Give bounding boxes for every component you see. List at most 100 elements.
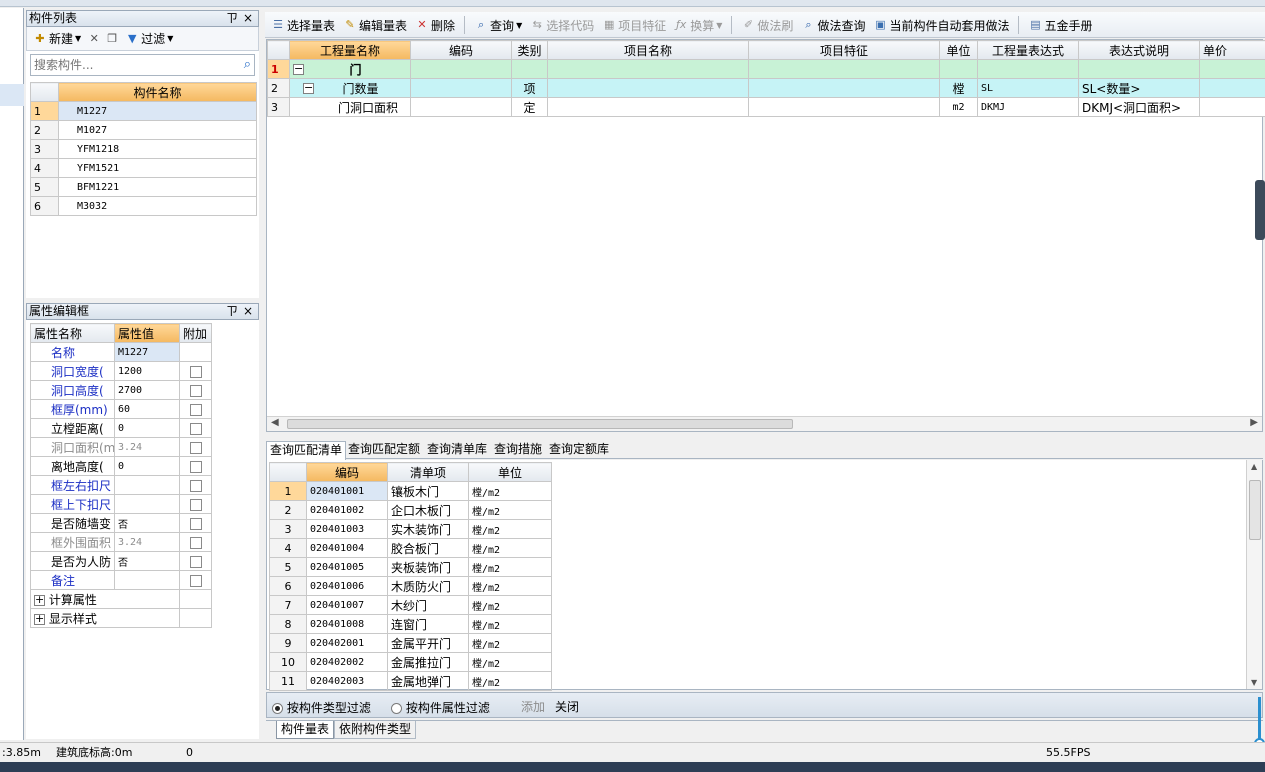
list-item[interactable]: 2 M1027 <box>30 120 257 140</box>
tab-qty-table[interactable]: 构件量表 <box>276 721 335 739</box>
list-item[interactable]: 4 YFM1521 <box>30 158 257 178</box>
list-item[interactable]: 5 BFM1221 <box>30 177 257 197</box>
scroll-down-icon[interactable]: ▼ <box>1251 678 1257 687</box>
select-qty-button[interactable]: ☰ 选择量表 <box>269 17 337 34</box>
hardware-manual-button[interactable]: ▤ 五金手册 <box>1026 17 1094 34</box>
tab-measures[interactable]: 查询措施 <box>494 441 542 458</box>
scroll-thumb[interactable] <box>287 419 793 429</box>
col-type[interactable]: 类别 <box>511 40 548 60</box>
col-unit[interactable]: 单位 <box>468 462 552 482</box>
radio-by-type[interactable]: 按构件类型过滤 <box>272 699 371 716</box>
col-prop-extra[interactable]: 附加 <box>179 323 212 343</box>
table-row[interactable]: 6 020401006 木质防火门 樘/m2 <box>269 576 552 596</box>
scroll-thumb[interactable] <box>1249 480 1261 540</box>
search-input[interactable] <box>31 55 231 75</box>
pin-icon[interactable]: ㄗ <box>226 304 238 319</box>
col-expression[interactable]: 工程量表达式 <box>977 40 1079 60</box>
checkbox[interactable] <box>189 574 202 587</box>
tab-attached-types[interactable]: 依附构件类型 <box>334 721 417 739</box>
filter-button[interactable]: ▼ 过滤 ▼ <box>123 30 175 47</box>
close-icon[interactable]: × <box>243 11 253 26</box>
method-brush-button[interactable]: ✐ 做法刷 <box>739 17 795 34</box>
auto-apply-button[interactable]: ▣ 当前构件自动套用做法 <box>871 17 1011 34</box>
copy-icon[interactable]: ❐ <box>105 32 119 46</box>
property-row[interactable]: 框上下扣尺 <box>30 494 212 514</box>
list-item[interactable]: 1 M1227 <box>30 101 257 121</box>
horizontal-scrollbar[interactable]: ◀ ▶ <box>267 416 1262 431</box>
expand-icon[interactable]: + <box>34 594 45 606</box>
column-header[interactable]: 构件名称 <box>58 82 257 102</box>
col-price[interactable]: 单价 <box>1199 40 1265 60</box>
property-row[interactable]: 框厚(mm) 60 <box>30 399 212 419</box>
radio-by-attr[interactable]: 按构件属性过滤 <box>391 699 490 716</box>
checkbox[interactable] <box>189 555 202 568</box>
table-row[interactable]: 2 − 门数量 项 樘 SL SL<数量> <box>267 78 1265 98</box>
col-prop-value[interactable]: 属性值 <box>114 323 180 343</box>
close-icon[interactable]: × <box>243 304 253 319</box>
checkbox[interactable] <box>189 460 202 473</box>
table-row[interactable]: 10 020402002 金属推拉门 樘/m2 <box>269 652 552 672</box>
new-button[interactable]: ✚ 新建 ▼ <box>31 30 83 47</box>
convert-button[interactable]: ƒx 换算 ▼ <box>672 17 724 34</box>
item-feature-button[interactable]: ▦ 项目特征 <box>600 17 668 34</box>
method-query-button[interactable]: ⌕ 做法查询 <box>799 17 867 34</box>
delete-button[interactable]: ✕ 删除 <box>413 17 457 34</box>
property-row[interactable]: 框左右扣尺 <box>30 475 212 495</box>
select-code-button[interactable]: ⇆ 选择代码 <box>528 17 596 34</box>
checkbox[interactable] <box>189 498 202 511</box>
checkbox[interactable] <box>189 422 202 435</box>
tab-quota-library[interactable]: 查询定额库 <box>549 441 609 458</box>
search-icon[interactable]: ⌕ <box>244 57 251 72</box>
table-row[interactable]: 11 020402003 金属地弹门 樘/m2 <box>269 671 552 691</box>
col-code[interactable]: 编码 <box>306 462 388 482</box>
table-row[interactable]: 4 020401004 胶合板门 樘/m2 <box>269 538 552 558</box>
group-row[interactable]: + 显示样式 <box>30 608 212 628</box>
table-row[interactable]: 5 020401005 夹板装饰门 樘/m2 <box>269 557 552 577</box>
edit-qty-button[interactable]: ✎ 编辑量表 <box>341 17 409 34</box>
property-row[interactable]: 立樘距离( 0 <box>30 418 212 438</box>
property-row[interactable]: 洞口面积(m 3.24 <box>30 437 212 457</box>
collapse-icon[interactable]: − <box>293 63 304 75</box>
property-row[interactable]: 洞口宽度( 1200 <box>30 361 212 381</box>
property-row[interactable]: 是否为人防 否 <box>30 551 212 571</box>
close-button[interactable]: 关闭 <box>555 698 579 715</box>
list-item[interactable]: 3 YFM1218 <box>30 139 257 159</box>
tab-list-library[interactable]: 查询清单库 <box>427 441 487 458</box>
col-code[interactable]: 编码 <box>410 40 512 60</box>
property-row[interactable]: 框外围面积 3.24 <box>30 532 212 552</box>
table-row[interactable]: 1 020401001 镶板木门 樘/m2 <box>269 481 552 501</box>
radio-icon[interactable] <box>391 703 402 714</box>
col-project-feature[interactable]: 项目特征 <box>748 40 940 60</box>
col-unit[interactable]: 单位 <box>939 40 978 60</box>
checkbox[interactable] <box>189 403 202 416</box>
table-row[interactable]: 8 020401008 连窗门 樘/m2 <box>269 614 552 634</box>
delete-icon[interactable]: ✕ <box>87 32 101 46</box>
collapse-icon[interactable]: − <box>303 82 314 94</box>
scroll-right-icon[interactable]: ▶ <box>1250 417 1258 428</box>
checkbox[interactable] <box>189 517 202 530</box>
table-row[interactable]: 3 020401003 实木装饰门 樘/m2 <box>269 519 552 539</box>
scroll-left-icon[interactable]: ◀ <box>271 417 279 428</box>
scroll-up-icon[interactable]: ▲ <box>1251 462 1257 471</box>
radio-checked-icon[interactable] <box>272 703 283 714</box>
col-list-item[interactable]: 清单项 <box>387 462 469 482</box>
checkbox[interactable] <box>189 365 202 378</box>
pin-icon[interactable]: ㄗ <box>226 11 238 26</box>
checkbox[interactable] <box>189 441 202 454</box>
checkbox[interactable] <box>189 536 202 549</box>
table-row[interactable]: 1 − 门 <box>267 59 1265 79</box>
property-row[interactable]: 备注 <box>30 570 212 590</box>
property-row[interactable]: 洞口高度( 2700 <box>30 380 212 400</box>
property-row[interactable]: 离地高度( 0 <box>30 456 212 476</box>
expand-icon[interactable]: + <box>34 613 45 625</box>
right-edge-handle[interactable] <box>1255 180 1265 240</box>
query-button[interactable]: ⌕ 查询 ▼ <box>472 17 524 34</box>
property-row[interactable]: 是否随墙变 否 <box>30 513 212 533</box>
add-button[interactable]: 添加 <box>521 698 545 715</box>
checkbox[interactable] <box>189 479 202 492</box>
table-row[interactable]: 9 020402001 金属平开门 樘/m2 <box>269 633 552 653</box>
tab-match-list[interactable]: 查询匹配清单 <box>266 441 347 460</box>
list-item[interactable]: 6 M3032 <box>30 196 257 216</box>
table-row[interactable]: 2 020401002 企口木板门 樘/m2 <box>269 500 552 520</box>
table-row[interactable]: 3 门洞口面积 定 m2 DKMJ DKMJ<洞口面积> <box>267 97 1265 117</box>
